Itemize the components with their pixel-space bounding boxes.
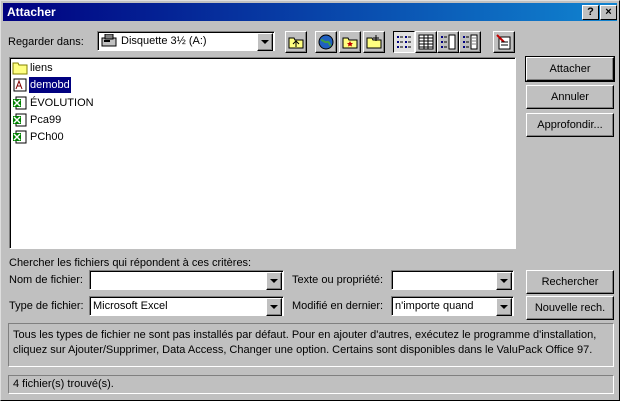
search-web-button[interactable] [315,31,337,53]
filetype-dropdown[interactable]: Microsoft Excel [89,296,284,316]
file-name: ÉVOLUTION [30,97,94,109]
file-name: PCh00 [30,131,64,143]
add-to-favorites-button[interactable] [363,31,385,53]
details-view-icon [418,34,434,50]
list-view-icon [397,36,411,48]
look-in-dropdown-arrow[interactable] [257,33,273,51]
help-button[interactable]: ? [582,5,599,20]
look-in-favorites-button[interactable] [339,31,361,53]
look-in-label: Regarder dans: [8,36,84,48]
excel-file-icon [13,130,27,144]
close-button[interactable]: × [600,5,617,20]
filetype-label: Type de fichier: [9,300,84,312]
attach-dialog: Attacher ? × Regarder dans: Disquette 3½… [0,0,620,401]
properties-view-button[interactable] [437,31,459,53]
filetype-dropdown-arrow[interactable] [266,298,282,316]
access-database-icon [13,78,27,92]
search-button[interactable]: Rechercher [526,270,614,294]
attach-button[interactable]: Attacher [526,57,614,81]
cancel-button[interactable]: Annuler [526,85,614,109]
folder-icon [12,62,28,75]
floppy-drive-icon [101,34,117,47]
advanced-button[interactable]: Approfondir... [526,113,614,137]
criteria-heading: Chercher les fichiers qui répondent à ce… [9,257,252,269]
details-view-button[interactable] [415,31,437,53]
status-text: 4 fichier(s) trouvé(s). [13,378,114,390]
text-property-dropdown-arrow[interactable] [496,272,512,290]
file-name: liens [30,62,53,74]
info-text: Tous les types de fichier ne sont pas in… [13,329,597,356]
file-name: demobd [29,77,71,93]
look-in-favorites-icon [342,37,358,49]
preview-view-button[interactable] [459,31,481,53]
file-list[interactable]: liens demobd ÉVOLUTION Pca99 PCh00 [9,57,516,249]
filename-label: Nom de fichier: [9,274,83,286]
up-one-level-button[interactable] [285,31,307,53]
filename-dropdown-arrow[interactable] [266,272,282,290]
dialog-title: Attacher [7,5,56,19]
excel-file-icon [13,96,27,110]
properties-view-icon [441,34,456,50]
excel-file-icon [13,113,27,127]
look-in-dropdown[interactable]: Disquette 3½ (A:) [97,31,275,51]
preview-view-icon [463,34,478,50]
file-name: Pca99 [30,114,62,126]
modified-value: n'importe quand [395,300,474,312]
filename-combobox[interactable] [89,270,284,290]
text-property-combobox[interactable] [391,270,514,290]
title-bar[interactable]: Attacher ? × [3,3,617,21]
new-search-button[interactable]: Nouvelle rech. [526,296,614,320]
search-web-icon [318,34,334,50]
filetype-value: Microsoft Excel [93,300,168,312]
commands-settings-button[interactable] [493,31,515,53]
commands-settings-icon [496,34,511,50]
look-in-value: Disquette 3½ (A:) [121,35,207,47]
modified-dropdown[interactable]: n'importe quand [391,296,514,316]
status-bar: 4 fichier(s) trouvé(s). [8,375,614,394]
modified-dropdown-arrow[interactable] [496,298,512,316]
add-to-favorites-icon [366,35,382,49]
info-panel: Tous les types de fichier ne sont pas in… [8,323,614,367]
modified-label: Modifié en dernier: [292,300,384,312]
list-view-button[interactable] [393,31,415,53]
text-property-label: Texte ou propriété: [292,274,384,286]
up-one-level-icon [288,37,304,49]
